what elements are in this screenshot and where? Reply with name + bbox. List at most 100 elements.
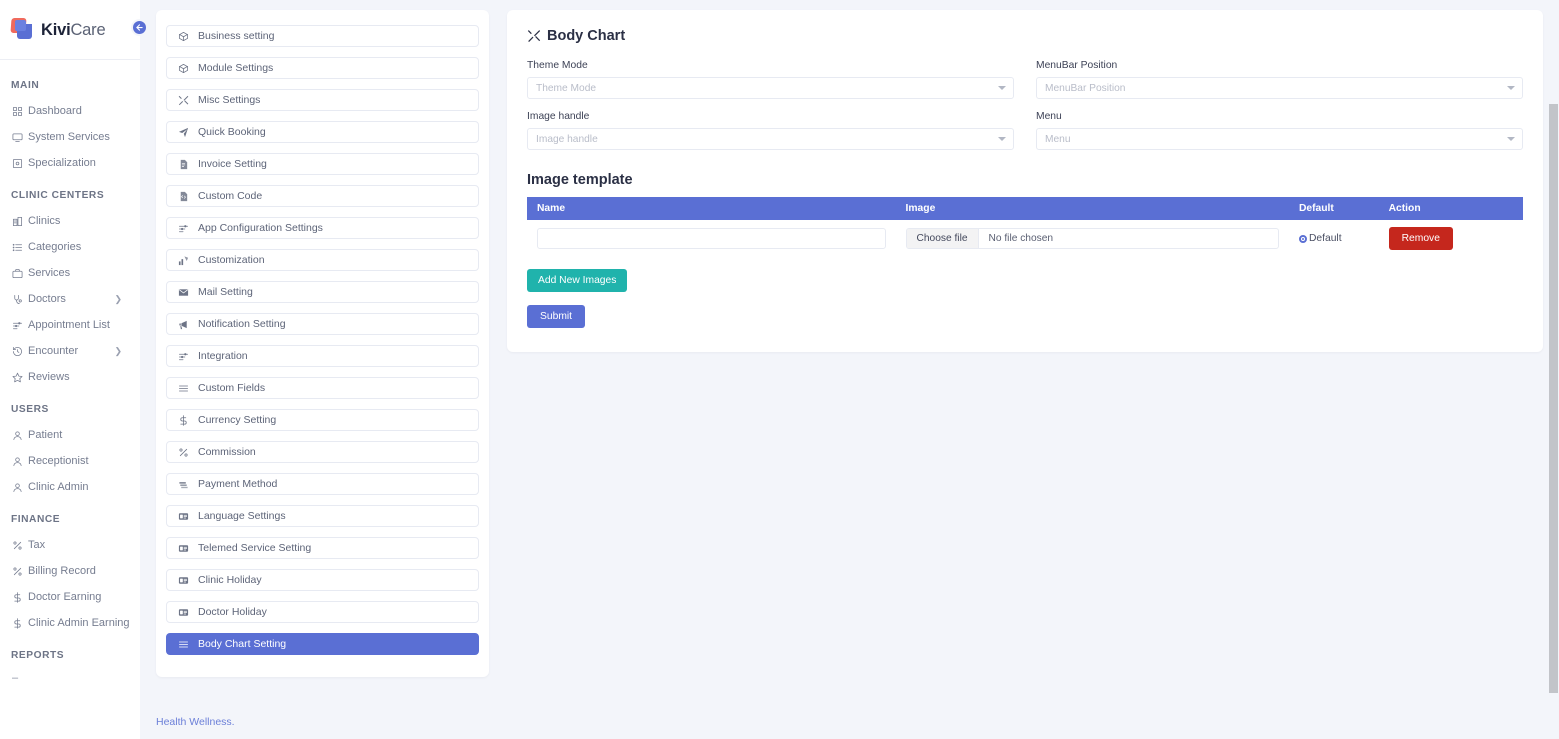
settings-item-label: Invoice Setting — [198, 158, 267, 170]
menu-select[interactable]: Menu — [1036, 128, 1523, 150]
brand-text: KiviCare — [41, 20, 106, 40]
settings-item-business-setting[interactable]: Business setting — [166, 25, 479, 47]
menu-label: Menu — [1036, 111, 1062, 122]
sidebar-item-label: Patient — [28, 429, 63, 441]
sidebar-item-specialization[interactable]: Specialization — [0, 150, 140, 176]
settings-item-commission[interactable]: Commission — [166, 441, 479, 463]
theme-mode-value: Theme Mode — [536, 82, 597, 94]
settings-item-label: Business setting — [198, 30, 275, 42]
image-name-input[interactable] — [537, 228, 886, 249]
briefcase-icon — [12, 268, 28, 279]
footer-link[interactable]: Health Wellness. — [156, 716, 235, 728]
settings-item-invoice-setting[interactable]: Invoice Setting — [166, 153, 479, 175]
brand-name-light: Care — [70, 20, 106, 39]
scrollbar-thumb[interactable] — [1549, 104, 1558, 693]
invoice-icon — [177, 159, 189, 170]
settings-item-label: Customization — [198, 254, 265, 266]
settings-item-language-settings[interactable]: Language Settings — [166, 505, 479, 527]
sidebar-item-services[interactable]: Services — [0, 260, 140, 286]
settings-item-misc-settings[interactable]: Misc Settings — [166, 89, 479, 111]
sidebar-item-label: Clinic Admin — [28, 481, 89, 493]
settings-item-integration[interactable]: Integration — [166, 345, 479, 367]
hamburger-icon — [177, 639, 189, 650]
box-icon — [177, 63, 189, 74]
sidebar-item-label: System Services — [28, 131, 110, 143]
settings-item-module-settings[interactable]: Module Settings — [166, 57, 479, 79]
settings-item-mail-setting[interactable]: Mail Setting — [166, 281, 479, 303]
settings-item-app-configuration-settings[interactable]: App Configuration Settings — [166, 217, 479, 239]
code-file-icon — [177, 191, 189, 202]
settings-item-customization[interactable]: Customization — [166, 249, 479, 271]
settings-item-notification-setting[interactable]: Notification Setting — [166, 313, 479, 335]
settings-item-label: App Configuration Settings — [198, 222, 323, 234]
settings-item-label: Currency Setting — [198, 414, 277, 426]
sidebar-item-label: Specialization — [28, 157, 96, 169]
sidebar-item-label: Categories — [28, 241, 82, 253]
sidebar-item-system-services[interactable]: System Services — [0, 124, 140, 150]
sidebar-item-dashboard[interactable]: Dashboard — [0, 98, 140, 124]
settings-list-card: Business setting Module Settings Misc Sett… — [156, 10, 489, 677]
sidebar-item-clinics[interactable]: Clinics — [0, 208, 140, 234]
add-new-images-button[interactable]: Add New Images — [527, 269, 628, 292]
sidebar-item-categories[interactable]: Categories — [0, 234, 140, 260]
image-handle-label: Image handle — [527, 111, 590, 122]
grid-icon — [12, 106, 28, 117]
settings-item-payment-method[interactable]: Payment Method — [166, 473, 479, 495]
sidebar-item-patient[interactable]: Patient — [0, 422, 140, 448]
box-icon — [177, 31, 189, 42]
sidebar-item-appointment-list[interactable]: Appointment List — [0, 312, 140, 338]
settings-item-custom-code[interactable]: Custom Code — [166, 185, 479, 207]
kivicare-logo-icon — [10, 17, 36, 43]
id-card-icon — [177, 543, 189, 554]
sidebar-item-clinic-admin-earning[interactable]: Clinic Admin Earning — [0, 610, 140, 636]
percent-icon — [177, 447, 189, 458]
file-input[interactable]: Choose file No file chosen — [905, 228, 1279, 249]
default-radio[interactable]: Default — [1298, 233, 1369, 244]
brand[interactable]: KiviCare — [0, 10, 140, 50]
theme-mode-select[interactable]: Theme Mode — [527, 77, 1014, 99]
send-icon — [177, 127, 189, 138]
settings-item-clinic-holiday[interactable]: Clinic Holiday — [166, 569, 479, 591]
user-icon — [12, 430, 28, 441]
settings-item-quick-booking[interactable]: Quick Booking — [166, 121, 479, 143]
sidebar-item-doctors[interactable]: Doctors ❯ — [0, 286, 140, 312]
choose-file-button[interactable]: Choose file — [906, 229, 979, 248]
radio-indicator-icon — [1298, 234, 1307, 243]
sidebar-section-title: FINANCE — [11, 514, 61, 525]
settings-item-label: Doctor Holiday — [198, 606, 267, 618]
sidebar-item-tax[interactable]: Tax — [0, 532, 140, 558]
sidebar-collapse-button[interactable] — [131, 19, 148, 36]
image-handle-select[interactable]: Image handle — [527, 128, 1014, 150]
settings-item-currency-setting[interactable]: Currency Setting — [166, 409, 479, 431]
envelope-icon — [177, 287, 189, 298]
sidebar-item-label: Billing Record — [28, 565, 96, 577]
settings-item-telemed-service-setting[interactable]: Telemed Service Setting — [166, 537, 479, 559]
body-chart-form: Theme Mode Theme Mode Image handle Image… — [527, 60, 1523, 162]
content-row: Business setting Module Settings Misc Sett… — [140, 0, 1559, 677]
settings-item-doctor-holiday[interactable]: Doctor Holiday — [166, 601, 479, 623]
menubar-position-select[interactable]: MenuBar Position — [1036, 77, 1523, 99]
sidebar-item-reviews[interactable]: Reviews — [0, 364, 140, 390]
settings-item-body-chart-setting[interactable]: Body Chart Setting — [166, 633, 479, 655]
monitor-icon — [12, 132, 28, 143]
submit-button[interactable]: Submit — [527, 305, 586, 328]
id-card-icon — [177, 511, 189, 522]
table-header-row: Name Image Default Action — [527, 197, 1523, 220]
sidebar-item-doctor-earning[interactable]: Doctor Earning — [0, 584, 140, 610]
sidebar-item-receptionist[interactable]: Receptionist — [0, 448, 140, 474]
sidebar-item-clinic-admin[interactable]: Clinic Admin — [0, 474, 140, 500]
sidebar-item-billing-record[interactable]: Billing Record — [0, 558, 140, 584]
settings-item-custom-fields[interactable]: Custom Fields — [166, 377, 479, 399]
settings-item-label: Telemed Service Setting — [198, 542, 312, 554]
page-scrollbar[interactable] — [1546, 0, 1559, 739]
settings-item-label: Body Chart Setting — [198, 638, 287, 650]
hamburger-icon — [177, 383, 189, 394]
sidebar-item-encounter[interactable]: Encounter ❯ — [0, 338, 140, 364]
settings-item-label: Commission — [198, 446, 256, 458]
settings-item-label: Module Settings — [198, 62, 274, 74]
remove-button[interactable]: Remove — [1388, 227, 1453, 250]
sidebar-item-label: Doctors — [28, 293, 66, 305]
sidebar-item-label: Clinic Admin Earning — [28, 617, 130, 629]
arrow-left-icon — [136, 24, 143, 31]
sidebar-item-label: Dashboard — [28, 105, 82, 117]
